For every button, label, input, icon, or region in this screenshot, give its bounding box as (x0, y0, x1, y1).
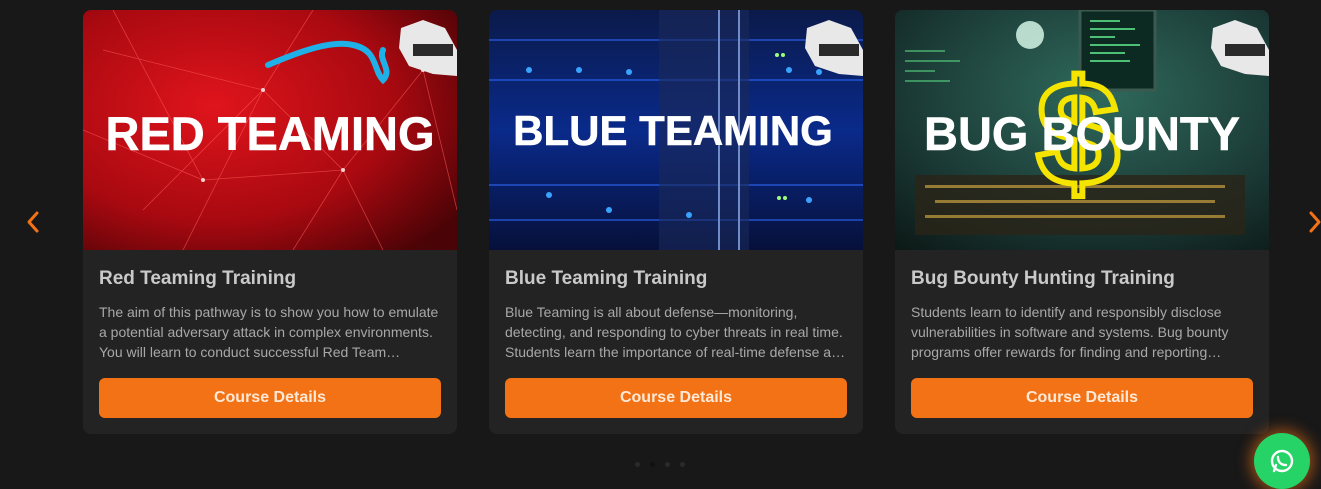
whatsapp-chat-button[interactable] (1254, 433, 1310, 489)
pagination-dot-active[interactable] (650, 462, 655, 467)
chevron-right-icon (1309, 211, 1321, 233)
chevron-left-icon (27, 211, 39, 233)
course-banner-text: BUG BOUNTY (924, 107, 1240, 160)
course-description: Blue Teaming is all about defense—monito… (505, 304, 846, 360)
course-banner-image[interactable]: $ BUG BOUNTY (895, 10, 1269, 250)
pagination-dot[interactable] (635, 462, 640, 467)
course-details-button[interactable]: Course Details (505, 378, 847, 418)
course-title: Blue Teaming Training (505, 268, 708, 289)
course-title: Bug Bounty Hunting Training (911, 268, 1175, 289)
course-description: Students learn to identify and responsib… (911, 304, 1229, 360)
course-title: Red Teaming Training (99, 268, 297, 289)
course-carousel: RED TEAMING Red Teaming Training The aim… (0, 0, 1321, 471)
course-banner-text: BLUE TEAMING (513, 107, 833, 154)
pagination-dot[interactable] (680, 462, 685, 467)
course-banner-image[interactable]: RED TEAMING (83, 10, 457, 250)
carousel-prev-button[interactable] (18, 206, 48, 238)
course-card-blue-teaming: BLUE TEAMING Blue Teaming Training Blue … (489, 10, 863, 434)
pagination-dot[interactable] (665, 462, 670, 467)
course-card-red-teaming: RED TEAMING Red Teaming Training The aim… (83, 10, 457, 434)
carousel-next-button[interactable] (1300, 206, 1321, 238)
course-banner-text: RED TEAMING (106, 107, 435, 160)
course-description: The aim of this pathway is to show you h… (99, 304, 439, 360)
course-card-bug-bounty: $ BUG BOUNTY Bug Bounty Hunting Training… (895, 10, 1269, 434)
course-details-button[interactable]: Course Details (99, 378, 441, 418)
course-banner-image[interactable]: BLUE TEAMING (489, 10, 863, 250)
whatsapp-icon (1270, 449, 1294, 473)
carousel-pagination (600, 462, 720, 470)
course-details-button[interactable]: Course Details (911, 378, 1253, 418)
